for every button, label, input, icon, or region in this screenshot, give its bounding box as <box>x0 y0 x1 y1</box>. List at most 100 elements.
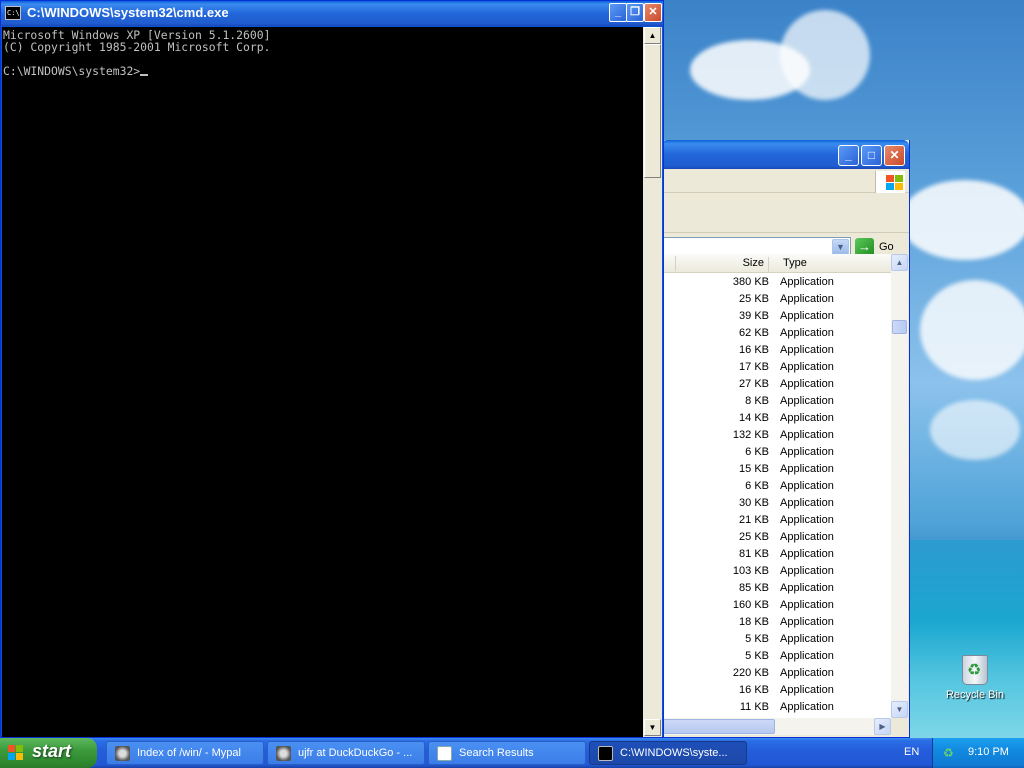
cmd-titlebar[interactable]: C:\ C:\WINDOWS\system32\cmd.exe _ ❐ ✕ <box>1 1 663 26</box>
file-size: 27 KB <box>739 378 769 390</box>
file-row[interactable]: 220 KB Application <box>661 664 891 681</box>
file-size: 380 KB <box>732 276 769 288</box>
file-row[interactable]: 62 KB Application <box>661 324 891 341</box>
file-type: Application <box>780 446 834 458</box>
taskbar-item-cmd[interactable]: C:\WINDOWS\syste... <box>589 741 747 765</box>
file-size: 30 KB <box>739 497 769 509</box>
start-label: start <box>32 741 72 761</box>
file-size: 14 KB <box>739 412 769 424</box>
taskbar-item-search-results[interactable]: Search Results <box>428 741 586 765</box>
file-type: Application <box>780 548 834 560</box>
file-row[interactable]: 380 KB Application <box>661 273 891 290</box>
file-row[interactable]: 21 KB Application <box>661 511 891 528</box>
cmd-window: C:\ C:\WINDOWS\system32\cmd.exe _ ❐ ✕ Mi… <box>0 0 664 738</box>
scroll-thumb[interactable] <box>644 44 661 178</box>
file-size: 25 KB <box>739 531 769 543</box>
file-row[interactable]: 6 KB Application <box>661 443 891 460</box>
file-type: Application <box>780 616 834 628</box>
minimize-button[interactable]: _ <box>838 145 859 166</box>
file-row[interactable]: 103 KB Application <box>661 562 891 579</box>
console-scrollbar[interactable]: ▲ ▼ <box>643 27 662 737</box>
file-type: Application <box>780 582 834 594</box>
file-row[interactable]: 30 KB Application <box>661 494 891 511</box>
file-type: Application <box>780 395 834 407</box>
horizontal-scrollbar[interactable]: ▶ <box>661 718 891 735</box>
file-row[interactable]: 27 KB Application <box>661 375 891 392</box>
file-type: Application <box>780 514 834 526</box>
scroll-down-icon[interactable]: ▼ <box>891 701 908 718</box>
taskbar-item-duckduckgo[interactable]: ujfr at DuckDuckGo - ... <box>267 741 425 765</box>
file-row[interactable]: 81 KB Application <box>661 545 891 562</box>
file-type: Application <box>780 497 834 509</box>
file-row[interactable]: 16 KB Application <box>661 341 891 358</box>
language-indicator[interactable]: EN <box>904 746 919 758</box>
console-line: (C) Copyright 1985-2001 Microsoft Corp. <box>3 40 271 54</box>
file-size: 6 KB <box>745 446 769 458</box>
windows-logo-icon <box>8 745 24 761</box>
file-row[interactable]: 132 KB Application <box>661 426 891 443</box>
console-output[interactable]: Microsoft Windows XP [Version 5.1.2600](… <box>2 27 643 737</box>
file-size: 5 KB <box>745 633 769 645</box>
file-type: Application <box>780 276 834 288</box>
file-list: Size Type 380 KB Application 25 KB Applicat… <box>661 254 891 718</box>
network-icon[interactable]: ♻ <box>943 746 957 760</box>
file-row[interactable]: 25 KB Application <box>661 528 891 545</box>
file-row[interactable]: 18 KB Application <box>661 613 891 630</box>
file-row[interactable]: 39 KB Application <box>661 307 891 324</box>
file-type: Application <box>780 293 834 305</box>
file-size: 8 KB <box>745 395 769 407</box>
scroll-down-icon[interactable]: ▼ <box>644 719 661 736</box>
column-header-type[interactable]: Type <box>783 257 807 269</box>
explorer-window: _ □ ✕ ▼ → Go Size Type 380 KB Application… <box>660 140 910 738</box>
file-type: Application <box>780 344 834 356</box>
file-row[interactable]: 8 KB Application <box>661 392 891 409</box>
file-type: Application <box>780 633 834 645</box>
scroll-up-icon[interactable]: ▲ <box>891 254 908 271</box>
file-row[interactable]: 5 KB Application <box>661 630 891 647</box>
file-row[interactable]: 5 KB Application <box>661 647 891 664</box>
file-size: 21 KB <box>739 514 769 526</box>
close-button[interactable]: ✕ <box>644 3 662 22</box>
mypal-icon <box>276 746 291 761</box>
file-type: Application <box>780 429 834 441</box>
vertical-scrollbar[interactable]: ▲ ▼ <box>891 254 908 718</box>
scroll-up-icon[interactable]: ▲ <box>644 27 661 44</box>
file-row[interactable]: 14 KB Application <box>661 409 891 426</box>
scroll-right-icon[interactable]: ▶ <box>874 718 891 735</box>
scroll-thumb[interactable] <box>892 320 907 334</box>
file-type: Application <box>780 701 834 713</box>
file-type: Application <box>780 412 834 424</box>
file-size: 11 KB <box>739 701 769 713</box>
file-type: Application <box>780 310 834 322</box>
file-type: Application <box>780 684 834 696</box>
file-type: Application <box>780 327 834 339</box>
explorer-titlebar[interactable]: _ □ ✕ <box>661 140 909 169</box>
search-results-icon <box>437 746 452 761</box>
file-type: Application <box>780 361 834 373</box>
cmd-icon <box>598 746 613 761</box>
file-size: 5 KB <box>745 650 769 662</box>
file-row[interactable]: 85 KB Application <box>661 579 891 596</box>
file-type: Application <box>780 531 834 543</box>
column-header-size[interactable]: Size <box>677 257 769 273</box>
start-button[interactable]: start <box>0 738 97 768</box>
recycle-bin[interactable]: Recycle Bin <box>940 655 1010 701</box>
minimize-button[interactable]: _ <box>609 3 627 22</box>
file-row[interactable]: 17 KB Application <box>661 358 891 375</box>
file-row[interactable]: 25 KB Application <box>661 290 891 307</box>
file-row[interactable]: 15 KB Application <box>661 460 891 477</box>
taskbar-item-mypal-index[interactable]: Index of /win/ - Mypal <box>106 741 264 765</box>
file-type: Application <box>780 565 834 577</box>
restore-button[interactable]: ❐ <box>626 3 644 22</box>
maximize-button[interactable]: □ <box>861 145 882 166</box>
windows-logo-icon <box>875 171 905 193</box>
file-row[interactable]: 11 KB Application <box>661 698 891 715</box>
file-row[interactable]: 16 KB Application <box>661 681 891 698</box>
file-row[interactable]: 6 KB Application <box>661 477 891 494</box>
clock[interactable]: 9:10 PM <box>968 746 1009 758</box>
hscroll-thumb[interactable] <box>661 719 775 734</box>
close-button[interactable]: ✕ <box>884 145 905 166</box>
file-size: 16 KB <box>739 344 769 356</box>
file-row[interactable]: 160 KB Application <box>661 596 891 613</box>
file-size: 132 KB <box>732 429 769 441</box>
